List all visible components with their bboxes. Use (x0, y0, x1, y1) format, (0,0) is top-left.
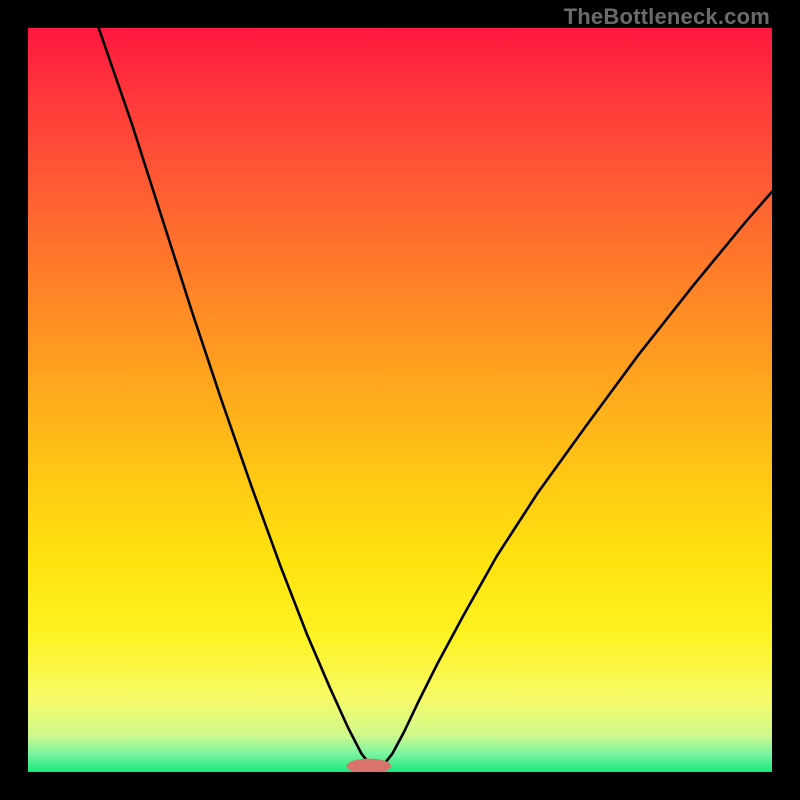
watermark-text: TheBottleneck.com (564, 4, 770, 30)
gradient-background (28, 28, 772, 772)
chart-frame (28, 28, 772, 772)
bottleneck-chart (28, 28, 772, 772)
